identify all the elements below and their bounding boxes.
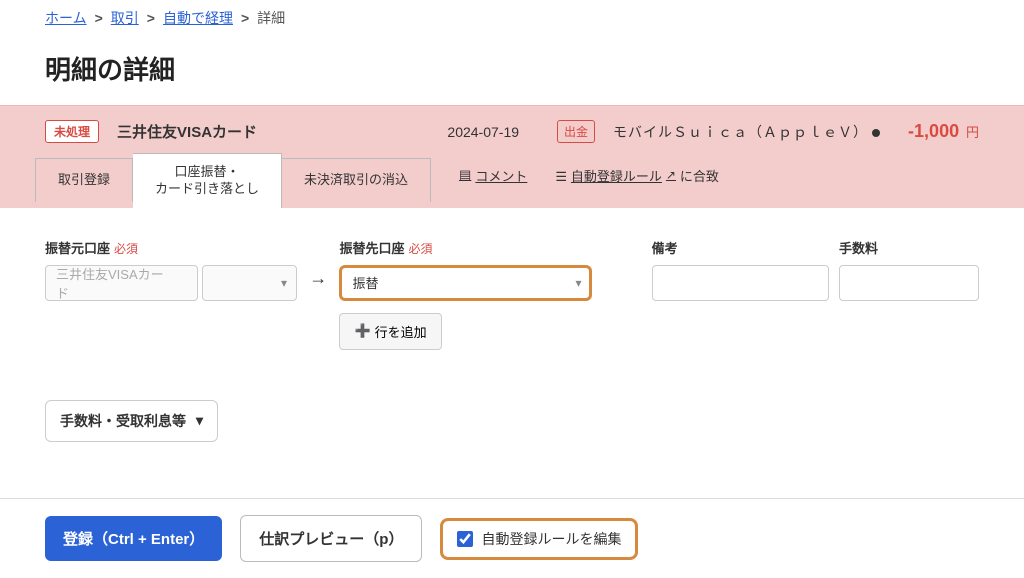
fee-label: 手数料 xyxy=(839,238,979,257)
breadcrumb-transactions[interactable]: 取引 xyxy=(111,8,139,28)
transaction-description: モバイルＳｕｉｃａ（ＡｐｐｌｅＶ） xyxy=(613,122,880,142)
source-account-subselect[interactable] xyxy=(202,265,297,301)
amount-unit: 円 xyxy=(966,125,979,140)
edit-auto-rule-label[interactable]: 自動登録ルールを編集 xyxy=(481,529,621,549)
preview-button[interactable]: 仕訳プレビュー（p） xyxy=(240,515,422,562)
destination-account-select[interactable]: 振替 xyxy=(339,265,591,301)
chevron-right-icon: > xyxy=(147,10,155,26)
truncation-dot-icon xyxy=(872,129,880,137)
chevron-right-icon: > xyxy=(95,10,103,26)
comment-icon: ▤ xyxy=(459,167,471,183)
external-link-icon: ↗ xyxy=(666,168,676,182)
note-label: 備考 xyxy=(652,238,829,257)
transaction-amount: -1,000 xyxy=(908,121,959,141)
destination-account-label: 振替先口座必須 xyxy=(339,238,591,257)
match-suffix: に合致 xyxy=(680,169,719,184)
tab-register-transaction[interactable]: 取引登録 xyxy=(35,158,133,202)
register-button[interactable]: 登録（Ctrl + Enter） xyxy=(45,516,222,561)
arrow-right-icon: → xyxy=(307,238,329,289)
fees-interest-dropdown[interactable]: 手数料・受取利息等 ▾ xyxy=(45,400,218,442)
tab-unsettled[interactable]: 未決済取引の消込 xyxy=(282,158,431,202)
footer-bar: 登録（Ctrl + Enter） 仕訳プレビュー（p） 自動登録ルールを編集 xyxy=(0,498,1024,578)
withdraw-badge: 出金 xyxy=(557,120,595,143)
plus-icon: ➕ xyxy=(354,323,370,339)
breadcrumb-current: 詳細 xyxy=(257,8,285,28)
tab-account-transfer[interactable]: 口座振替・ カード引き落とし xyxy=(133,153,282,208)
status-badge: 未処理 xyxy=(45,120,99,143)
chevron-right-icon: > xyxy=(241,10,249,26)
edit-auto-rule-group[interactable]: 自動登録ルールを編集 xyxy=(440,518,638,560)
transfer-form: 振替元口座必須 三井住友VISAカード ▾ → 振替先口座必須 振替 ▾ xyxy=(0,208,1024,360)
source-account-select[interactable]: 三井住友VISAカード xyxy=(45,265,198,301)
page-title: 明細の詳細 xyxy=(0,36,1024,105)
list-icon: ☰ xyxy=(555,169,567,184)
breadcrumb-auto-accounting[interactable]: 自動で経理 xyxy=(163,8,233,28)
source-account-label: 振替元口座必須 xyxy=(45,238,297,257)
comment-link[interactable]: ▤ コメント xyxy=(459,166,527,185)
transaction-date: 2024-07-19 xyxy=(447,124,519,140)
add-row-button[interactable]: ➕ 行を追加 xyxy=(339,313,441,350)
tabs-row: 取引登録 口座振替・ カード引き落とし 未決済取引の消込 ▤ コメント ☰ 自動… xyxy=(0,143,1024,208)
edit-auto-rule-checkbox[interactable] xyxy=(457,531,473,547)
note-input[interactable] xyxy=(652,265,829,301)
breadcrumb: ホーム > 取引 > 自動で経理 > 詳細 xyxy=(0,0,1024,36)
transaction-summary-bar: 未処理 三井住友VISAカード 2024-07-19 出金 モバイルＳｕｉｃａ（… xyxy=(0,105,1024,143)
fee-input[interactable] xyxy=(839,265,979,301)
auto-rule-link[interactable]: 自動登録ルール ↗ xyxy=(571,166,676,185)
breadcrumb-home[interactable]: ホーム xyxy=(45,8,87,28)
chevron-down-icon: ▾ xyxy=(196,412,203,429)
card-name: 三井住友VISAカード xyxy=(117,121,257,142)
comment-label: コメント xyxy=(475,166,527,185)
